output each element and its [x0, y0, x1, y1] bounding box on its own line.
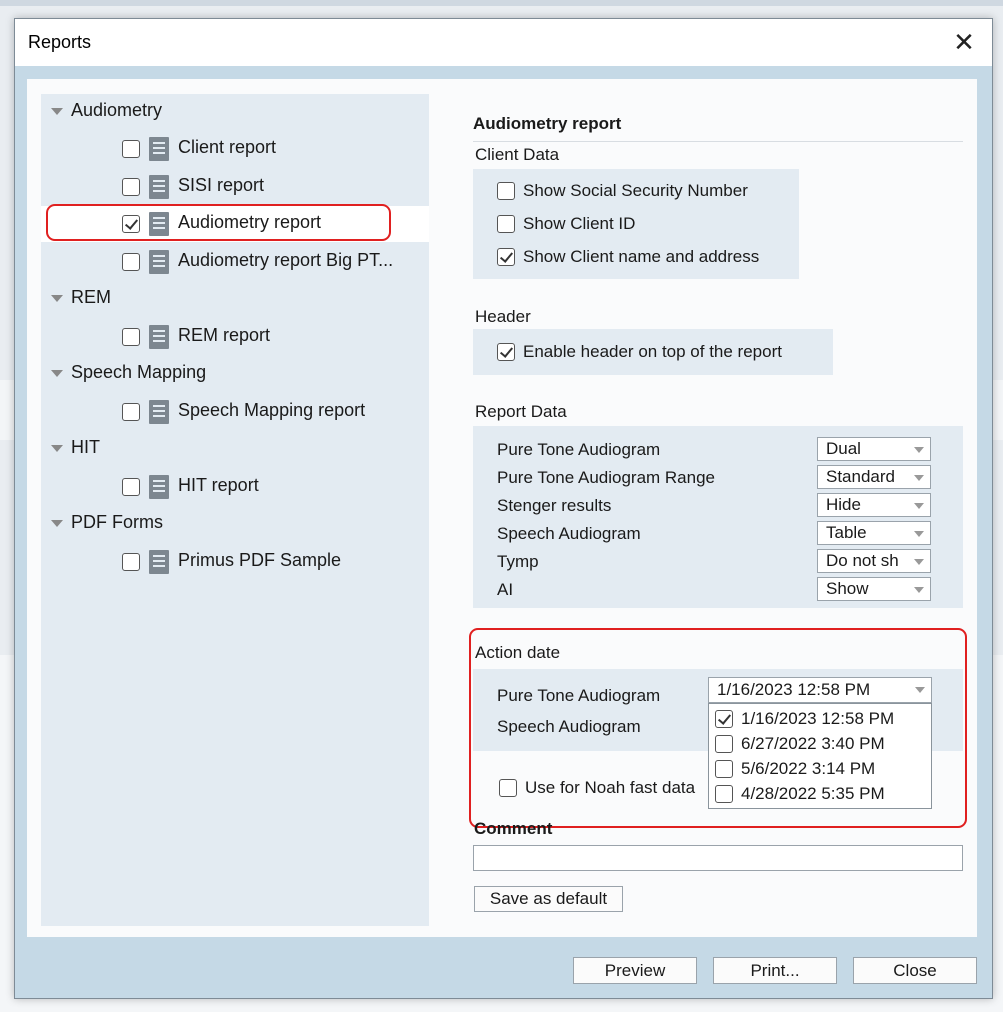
document-icon — [149, 400, 169, 424]
document-icon — [149, 550, 169, 574]
tree-item-label: Audiometry report Big PT... — [178, 250, 394, 270]
client-data-group: Show Social Security Number Show Client … — [473, 169, 799, 279]
title-divider — [473, 141, 963, 142]
highlight-annotation — [46, 204, 391, 241]
report-checkbox[interactable] — [122, 140, 140, 158]
client-name-checkbox[interactable] — [497, 248, 515, 266]
tree-item-label: SISI report — [178, 175, 265, 195]
tree-category-pdf-forms[interactable]: PDF Forms — [41, 506, 429, 542]
document-icon — [149, 475, 169, 499]
row-label: Pure Tone Audiogram Range — [497, 468, 716, 487]
category-label: PDF Forms — [71, 512, 163, 532]
report-checkbox[interactable] — [122, 328, 140, 346]
header-label: Header — [475, 307, 531, 326]
report-data-group: Pure Tone Audiogram Dual Pure Tone Audio… — [473, 426, 963, 608]
tree-item-client-report[interactable]: Client report — [41, 131, 429, 167]
panel-title: Audiometry report — [473, 114, 622, 133]
tree-category-hit[interactable]: HIT — [41, 431, 429, 467]
tree-item-label: Speech Mapping report — [178, 400, 366, 420]
document-icon — [149, 250, 169, 274]
save-as-default-button[interactable]: Save as default — [474, 886, 623, 912]
client-id-checkbox[interactable] — [497, 215, 515, 233]
close-button[interactable]: Close — [853, 957, 977, 984]
category-label: REM — [71, 287, 111, 307]
tree-item-audiometry-report-big-pt[interactable]: Audiometry report Big PT... — [41, 244, 429, 280]
comment-input[interactable] — [473, 845, 963, 871]
close-icon[interactable]: ✕ — [950, 27, 978, 57]
option-label: Enable header on top of the report — [523, 342, 782, 361]
highlight-annotation — [469, 628, 967, 828]
tymp-select[interactable]: Do not sh — [817, 549, 931, 573]
option-label: Show Client ID — [523, 214, 636, 233]
tree-item-label: REM report — [178, 325, 271, 345]
header-group: Enable header on top of the report — [473, 329, 833, 375]
reports-dialog: Reports ✕ Audiometry Client report SISI … — [14, 18, 993, 999]
tree-item-sisi-report[interactable]: SISI report — [41, 169, 429, 205]
dropdown-arrow-icon — [914, 559, 924, 565]
collapse-caret-icon[interactable] — [51, 295, 63, 302]
row-label: Stenger results — [497, 496, 612, 515]
dropdown-arrow-icon — [914, 503, 924, 509]
dropdown-arrow-icon — [914, 475, 924, 481]
tree-category-rem[interactable]: REM — [41, 281, 429, 317]
report-checkbox[interactable] — [122, 553, 140, 571]
tree-category-speech-mapping[interactable]: Speech Mapping — [41, 356, 429, 392]
dropdown-arrow-icon — [914, 587, 924, 593]
tree-item-label: Client report — [178, 137, 277, 157]
tree-item-speech-mapping-report[interactable]: Speech Mapping report — [41, 394, 429, 430]
tree-item-hit-report[interactable]: HIT report — [41, 469, 429, 505]
tree-category-audiometry[interactable]: Audiometry — [41, 94, 429, 130]
collapse-caret-icon[interactable] — [51, 108, 63, 115]
ai-select[interactable]: Show — [817, 577, 931, 601]
report-checkbox[interactable] — [122, 253, 140, 271]
dropdown-arrow-icon — [914, 531, 924, 537]
option-label: Show Social Security Number — [523, 181, 748, 200]
dialog-title: Reports — [28, 32, 92, 52]
category-label: Audiometry — [71, 100, 163, 120]
pure-tone-range-select[interactable]: Standard — [817, 465, 931, 489]
row-label: Tymp — [497, 552, 539, 571]
preview-button[interactable]: Preview — [573, 957, 697, 984]
row-label: Pure Tone Audiogram — [497, 440, 661, 459]
row-label: AI — [497, 580, 514, 599]
tree-item-label: HIT report — [178, 475, 259, 495]
category-label: HIT — [71, 437, 100, 457]
tree-item-label: Primus PDF Sample — [178, 550, 342, 570]
row-label: Speech Audiogram — [497, 524, 641, 543]
collapse-caret-icon[interactable] — [51, 445, 63, 452]
collapse-caret-icon[interactable] — [51, 520, 63, 527]
dialog-content: Audiometry Client report SISI report Aud… — [27, 79, 977, 937]
title-bar: Reports ✕ — [15, 19, 992, 66]
collapse-caret-icon[interactable] — [51, 370, 63, 377]
document-icon — [149, 325, 169, 349]
report-data-label: Report Data — [475, 402, 567, 421]
tree-item-rem-report[interactable]: REM report — [41, 319, 429, 355]
option-label: Show Client name and address — [523, 247, 760, 266]
report-tree: Audiometry Client report SISI report Aud… — [41, 94, 429, 926]
ssn-checkbox[interactable] — [497, 182, 515, 200]
document-icon — [149, 137, 169, 161]
dropdown-arrow-icon — [914, 447, 924, 453]
comment-label: Comment — [474, 819, 553, 838]
tree-item-primus-pdf-sample[interactable]: Primus PDF Sample — [41, 544, 429, 580]
report-checkbox[interactable] — [122, 178, 140, 196]
client-data-label: Client Data — [475, 145, 560, 164]
category-label: Speech Mapping — [71, 362, 207, 382]
report-checkbox[interactable] — [122, 478, 140, 496]
print-button[interactable]: Print... — [713, 957, 837, 984]
report-checkbox[interactable] — [122, 403, 140, 421]
enable-header-checkbox[interactable] — [497, 343, 515, 361]
stenger-select[interactable]: Hide — [817, 493, 931, 517]
pure-tone-select[interactable]: Dual — [817, 437, 931, 461]
speech-audiogram-select[interactable]: Table — [817, 521, 931, 545]
report-settings-panel: Audiometry report Client Data Show Socia… — [457, 79, 977, 937]
document-icon — [149, 175, 169, 199]
